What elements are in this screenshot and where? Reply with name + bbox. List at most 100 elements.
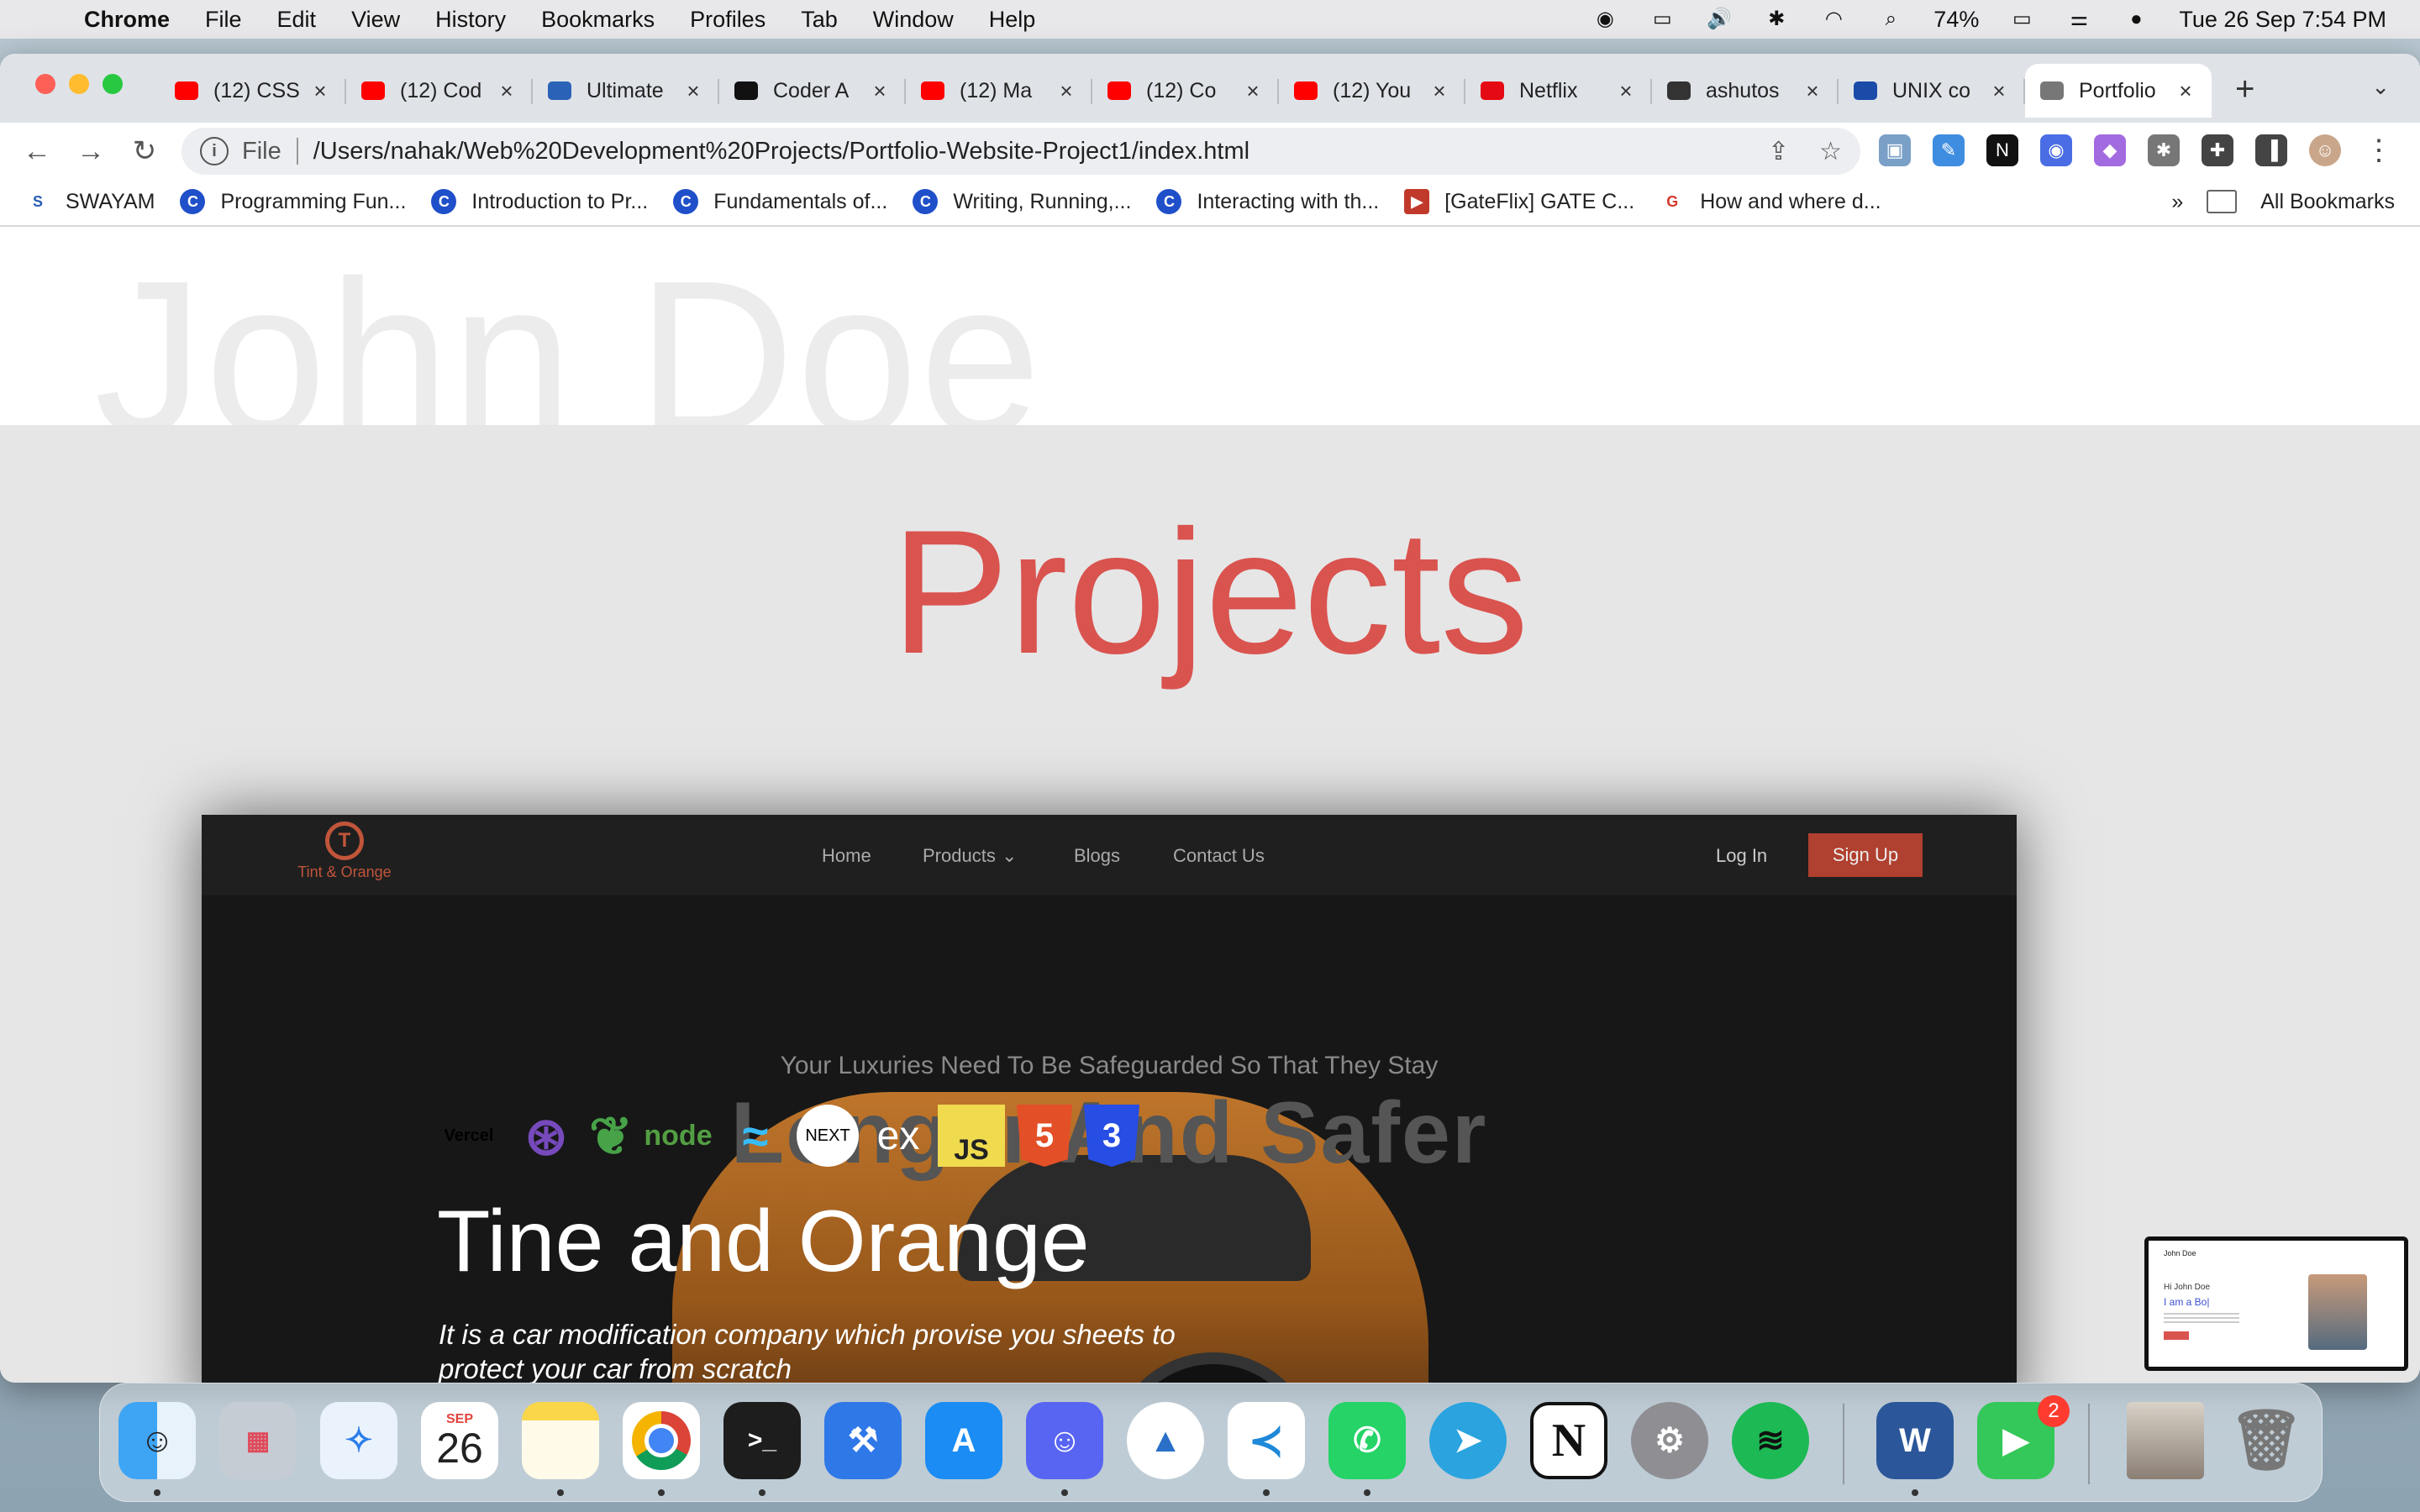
browser-tab[interactable]: Netflix × [1465,64,1652,118]
bookmark-fundamentals[interactable]: C Fundamentals of... [673,189,887,214]
close-tab-icon[interactable]: × [869,78,891,104]
extension-image-icon[interactable]: ▣ [1879,134,1911,166]
project-nav-products[interactable]: Products [923,845,996,867]
downloads-stack-icon[interactable] [2127,1402,2204,1479]
close-tab-icon[interactable]: × [309,78,331,104]
close-tab-icon[interactable]: × [1055,78,1077,104]
address-bar[interactable]: i File /Users/nahak/Web%20Development%20… [182,128,1860,175]
menu-file[interactable]: File [205,7,242,33]
chrome-icon[interactable] [623,1402,700,1479]
wifi-icon[interactable]: ◠ [1819,8,1848,30]
menu-history[interactable]: History [435,7,506,33]
extension-bug-icon[interactable]: ✱ [2148,134,2180,166]
bookmarks-overflow-button[interactable]: » [2171,190,2183,214]
project-nav-home[interactable]: Home [822,845,871,867]
browser-tab[interactable]: Coder A × [719,64,906,118]
battery-icon[interactable]: ▭ [2007,8,2036,30]
reload-button[interactable]: ↻ [126,133,163,170]
close-tab-icon[interactable]: × [1242,78,1264,104]
bookmark-interacting[interactable]: C Interacting with th... [1156,189,1379,214]
telegram-icon[interactable]: ➤ [1429,1402,1507,1479]
notes-icon[interactable] [522,1402,599,1479]
discord-icon[interactable]: ☺ [1026,1402,1103,1479]
browser-tab[interactable]: (12) Cod × [346,64,533,118]
picture-in-picture-preview[interactable]: John Doe Hi John Doe I am a Bo| [2144,1236,2408,1371]
app-store-icon[interactable]: A [925,1402,1002,1479]
bookmark-writing-running[interactable]: C Writing, Running,... [913,189,1131,214]
bookmark-swayam[interactable]: S SWAYAM [25,189,155,214]
chrome-menu-icon[interactable]: ⋮ [2363,134,2395,166]
menu-bookmarks[interactable]: Bookmarks [541,7,655,33]
menu-app-name[interactable]: Chrome [84,7,170,33]
bookmark-programming-fun[interactable]: C Programming Fun... [180,189,406,214]
close-tab-icon[interactable]: × [1428,78,1450,104]
close-tab-icon[interactable]: × [682,78,704,104]
zoom-window-button[interactable] [103,74,123,94]
extension-pen-icon[interactable]: ✎ [1933,134,1965,166]
spotify-icon[interactable]: ≋ [1732,1402,1809,1479]
bookmark-introduction[interactable]: C Introduction to Pr... [431,189,648,214]
browser-tab[interactable]: (12) CSS × [160,64,346,118]
back-button[interactable]: ← [18,133,55,170]
project-nav-contact[interactable]: Contact Us [1173,845,1265,867]
safari-icon[interactable]: ✧ [320,1402,397,1479]
menu-profiles[interactable]: Profiles [690,7,765,33]
browser-tab[interactable]: Ultimate × [533,64,719,118]
browser-tab[interactable]: Portfolio × [2025,64,2212,118]
volume-icon[interactable]: 🔊 [1705,8,1733,30]
whatsapp-icon[interactable]: ✆ [1328,1402,1406,1479]
extensions-puzzle-icon[interactable]: ✚ [2202,134,2233,166]
site-info-icon[interactable]: i [200,137,229,165]
extension-shape-icon[interactable]: ◆ [2094,134,2126,166]
browser-tab[interactable]: (12) Ma × [906,64,1092,118]
all-bookmarks-button[interactable]: All Bookmarks [2260,190,2395,214]
close-tab-icon[interactable]: × [2175,78,2196,104]
browser-tab[interactable]: ashutos × [1652,64,1839,118]
spotlight-search-icon[interactable]: ⌕ [1876,8,1905,30]
menu-edit[interactable]: Edit [277,7,317,33]
project-login-link[interactable]: Log In [1716,845,1767,867]
notion-clipper-icon[interactable]: N [1986,134,2018,166]
menu-tab[interactable]: Tab [801,7,838,33]
forward-button[interactable]: → [72,133,109,170]
close-tab-icon[interactable]: × [496,78,518,104]
url-text[interactable]: /Users/nahak/Web%20Development%20Project… [313,138,1249,165]
bluetooth-icon[interactable]: ✱ [1762,8,1791,30]
finder-icon[interactable]: ☺ [118,1402,196,1479]
control-center-icon[interactable]: ⚌ [2065,8,2093,30]
siri-icon[interactable]: ● [2122,8,2150,30]
menu-bar-clock[interactable]: Tue 26 Sep 7:54 PM [2179,7,2386,33]
calendar-icon[interactable]: SEP 26 [421,1402,498,1479]
side-panel-icon[interactable]: ▐ [2255,134,2287,166]
close-tab-icon[interactable]: × [1802,78,1823,104]
menu-window[interactable]: Window [873,7,954,33]
close-tab-icon[interactable]: × [1615,78,1637,104]
tab-search-chevron-icon[interactable]: ⌄ [2371,74,2390,100]
android-studio-icon[interactable]: ▲ [1127,1402,1204,1479]
launchpad-icon[interactable]: ▦ [219,1402,297,1479]
close-window-button[interactable] [35,74,55,94]
trash-icon[interactable]: 🗑 [2228,1402,2305,1479]
browser-tab[interactable]: UNIX co × [1839,64,2025,118]
screen-recording-icon[interactable]: ◉ [1591,8,1619,30]
notion-icon[interactable]: N [1530,1402,1607,1479]
word-icon[interactable]: W [1876,1402,1954,1479]
profile-avatar-icon[interactable]: ☺ [2309,134,2341,166]
project-signup-button[interactable]: Sign Up [1808,833,1923,877]
minimize-window-button[interactable] [69,74,89,94]
bookmark-gateflix[interactable]: ▶ [GateFlix] GATE C... [1404,189,1634,214]
project-nav-blogs[interactable]: Blogs [1074,845,1120,867]
extension-record-icon[interactable]: ◉ [2040,134,2072,166]
bookmark-how-and-where[interactable]: G How and where d... [1660,189,1881,214]
browser-tab[interactable]: (12) Co × [1092,64,1279,118]
menu-help[interactable]: Help [989,7,1036,33]
terminal-icon[interactable]: >_ [723,1402,801,1479]
system-settings-gear-icon[interactable]: ⚙ [1631,1402,1708,1479]
browser-tab[interactable]: (12) You × [1279,64,1465,118]
xcode-icon[interactable]: ⚒ [824,1402,902,1479]
new-tab-button[interactable]: + [2235,71,2254,108]
bookmark-star-icon[interactable]: ☆ [1819,137,1842,166]
display-icon[interactable]: ▭ [1648,8,1676,30]
menu-view[interactable]: View [351,7,400,33]
close-tab-icon[interactable]: × [1988,78,2010,104]
